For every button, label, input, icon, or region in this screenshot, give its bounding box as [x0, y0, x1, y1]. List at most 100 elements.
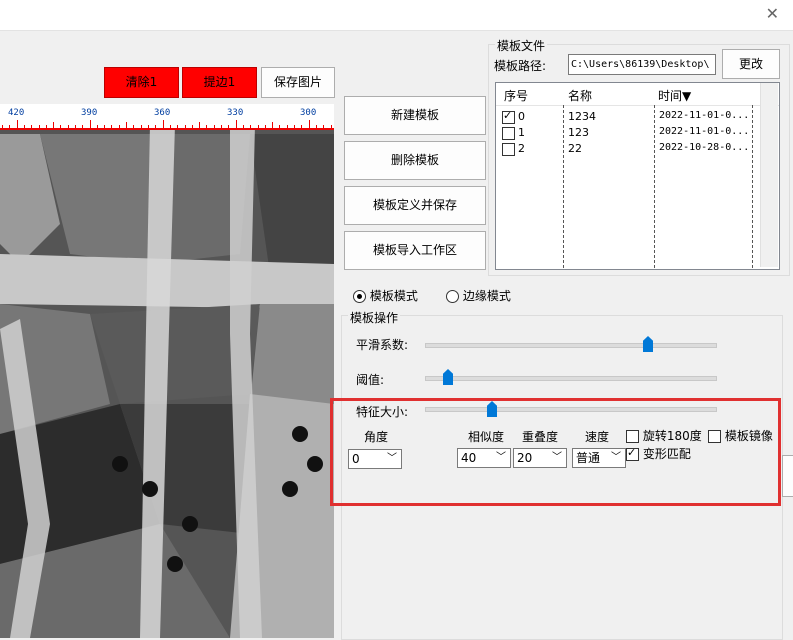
- ruler-tick: [46, 125, 47, 128]
- ruler-tick: [323, 125, 324, 128]
- ruler-tick-label: 420: [8, 108, 25, 118]
- ruler-tick: [236, 120, 237, 128]
- highlight-box: [330, 398, 781, 506]
- ruler-tick: [214, 125, 215, 128]
- row-index: 0: [518, 110, 525, 123]
- ruler-tick: [111, 125, 112, 128]
- close-icon[interactable]: ✕: [766, 4, 779, 23]
- threshold-slider-track[interactable]: [425, 376, 717, 381]
- row-time: 2022-10-28-0...: [659, 142, 750, 153]
- edge-mode-radio[interactable]: 边缘模式: [446, 287, 511, 304]
- ruler-tick: [97, 125, 98, 128]
- ruler-tick: [155, 125, 156, 128]
- image-content: [0, 104, 334, 638]
- checkbox-icon[interactable]: [502, 143, 515, 156]
- clear-button[interactable]: 清除1: [104, 67, 179, 98]
- ruler-tick: [82, 125, 83, 128]
- row-time: 2022-11-01-0...: [659, 110, 750, 121]
- list-header: 序号 名称 时间▼: [496, 83, 779, 106]
- row-name: 123: [568, 126, 589, 139]
- partial-side-button[interactable]: [782, 455, 793, 497]
- ruler-tick: [331, 125, 332, 128]
- ruler-tick: [75, 125, 76, 128]
- ruler-tick: [221, 125, 222, 128]
- ruler-tick: [279, 125, 280, 128]
- extract-edge-button[interactable]: 提边1: [182, 67, 257, 98]
- ruler-tick: [17, 120, 18, 128]
- new-template-button[interactable]: 新建模板: [344, 96, 486, 135]
- ruler-tick: [39, 125, 40, 128]
- ruler-tick-label: 300: [300, 108, 317, 118]
- ruler-tick: [170, 125, 171, 128]
- ruler-tick: [9, 125, 10, 128]
- list-item[interactable]: 2 22 2022-10-28-0...: [496, 141, 758, 157]
- ruler-tick: [192, 125, 193, 128]
- ruler-tick: [272, 122, 273, 128]
- image-canvas[interactable]: [0, 104, 334, 638]
- ruler-tick: [126, 122, 127, 128]
- ruler-tick: [31, 125, 32, 128]
- save-image-button[interactable]: 保存图片: [261, 67, 335, 98]
- smooth-slider-track[interactable]: [425, 343, 717, 348]
- ruler: 420 390 360 330 300: [0, 104, 334, 130]
- define-save-template-button[interactable]: 模板定义并保存: [344, 186, 486, 225]
- ruler-tick: [68, 125, 69, 128]
- delete-template-button[interactable]: 删除模板: [344, 141, 486, 180]
- row-index: 1: [518, 126, 525, 139]
- ruler-tick: [228, 125, 229, 128]
- header-time[interactable]: 时间▼: [658, 87, 691, 104]
- ruler-tick: [90, 120, 91, 128]
- ruler-tick: [265, 125, 266, 128]
- ruler-tick-label: 330: [227, 108, 244, 118]
- list-item[interactable]: 0 1234 2022-11-01-0...: [496, 109, 758, 125]
- ruler-tick: [243, 125, 244, 128]
- smooth-label: 平滑系数:: [356, 338, 409, 352]
- template-path-input[interactable]: C:\Users\86139\Desktop\: [568, 54, 716, 75]
- threshold-label: 阈值:: [356, 373, 385, 387]
- ruler-tick: [163, 120, 164, 128]
- radio-unselected-icon: [446, 290, 459, 303]
- radio-selected-icon: [353, 290, 366, 303]
- row-name: 22: [568, 142, 582, 155]
- ruler-tick-label: 390: [81, 108, 98, 118]
- template-path-label: 模板路径:: [494, 59, 547, 73]
- checkbox-icon[interactable]: [502, 127, 515, 140]
- ruler-tick: [199, 122, 200, 128]
- row-name: 1234: [568, 110, 596, 123]
- template-file-title: 模板文件: [495, 37, 548, 54]
- ruler-tick: [148, 125, 149, 128]
- ruler-tick: [316, 125, 317, 128]
- ruler-tick: [104, 125, 105, 128]
- ruler-tick: [2, 125, 3, 128]
- ruler-tick: [294, 125, 295, 128]
- row-time: 2022-11-01-0...: [659, 126, 750, 137]
- list-scrollbar[interactable]: [760, 83, 778, 267]
- ruler-tick: [177, 125, 178, 128]
- template-list[interactable]: 序号 名称 时间▼ 0 1234 2022-11-01-0... 1 123 2022-1…: [495, 82, 780, 270]
- ruler-tick: [287, 125, 288, 128]
- title-bar: [0, 0, 793, 31]
- ruler-tick-label: 360: [154, 108, 171, 118]
- ruler-tick: [133, 125, 134, 128]
- template-mode-radio[interactable]: 模板模式: [353, 287, 418, 304]
- ruler-tick: [24, 125, 25, 128]
- import-template-button[interactable]: 模板导入工作区: [344, 231, 486, 270]
- ruler-tick: [53, 122, 54, 128]
- change-path-button[interactable]: 更改: [722, 49, 780, 79]
- ruler-tick: [309, 120, 310, 128]
- header-index[interactable]: 序号: [504, 87, 528, 104]
- ruler-tick: [185, 125, 186, 128]
- template-operation-title: 模板操作: [348, 309, 401, 326]
- row-index: 2: [518, 142, 525, 155]
- ruler-tick: [258, 125, 259, 128]
- header-name[interactable]: 名称: [568, 87, 592, 104]
- template-mode-label: 模板模式: [369, 289, 418, 303]
- checkbox-icon[interactable]: [502, 109, 515, 124]
- edge-mode-label: 边缘模式: [462, 289, 511, 303]
- list-item[interactable]: 1 123 2022-11-01-0...: [496, 125, 758, 141]
- ruler-tick: [119, 125, 120, 128]
- ruler-tick: [250, 125, 251, 128]
- ruler-tick: [141, 125, 142, 128]
- ruler-tick: [301, 125, 302, 128]
- ruler-tick: [206, 125, 207, 128]
